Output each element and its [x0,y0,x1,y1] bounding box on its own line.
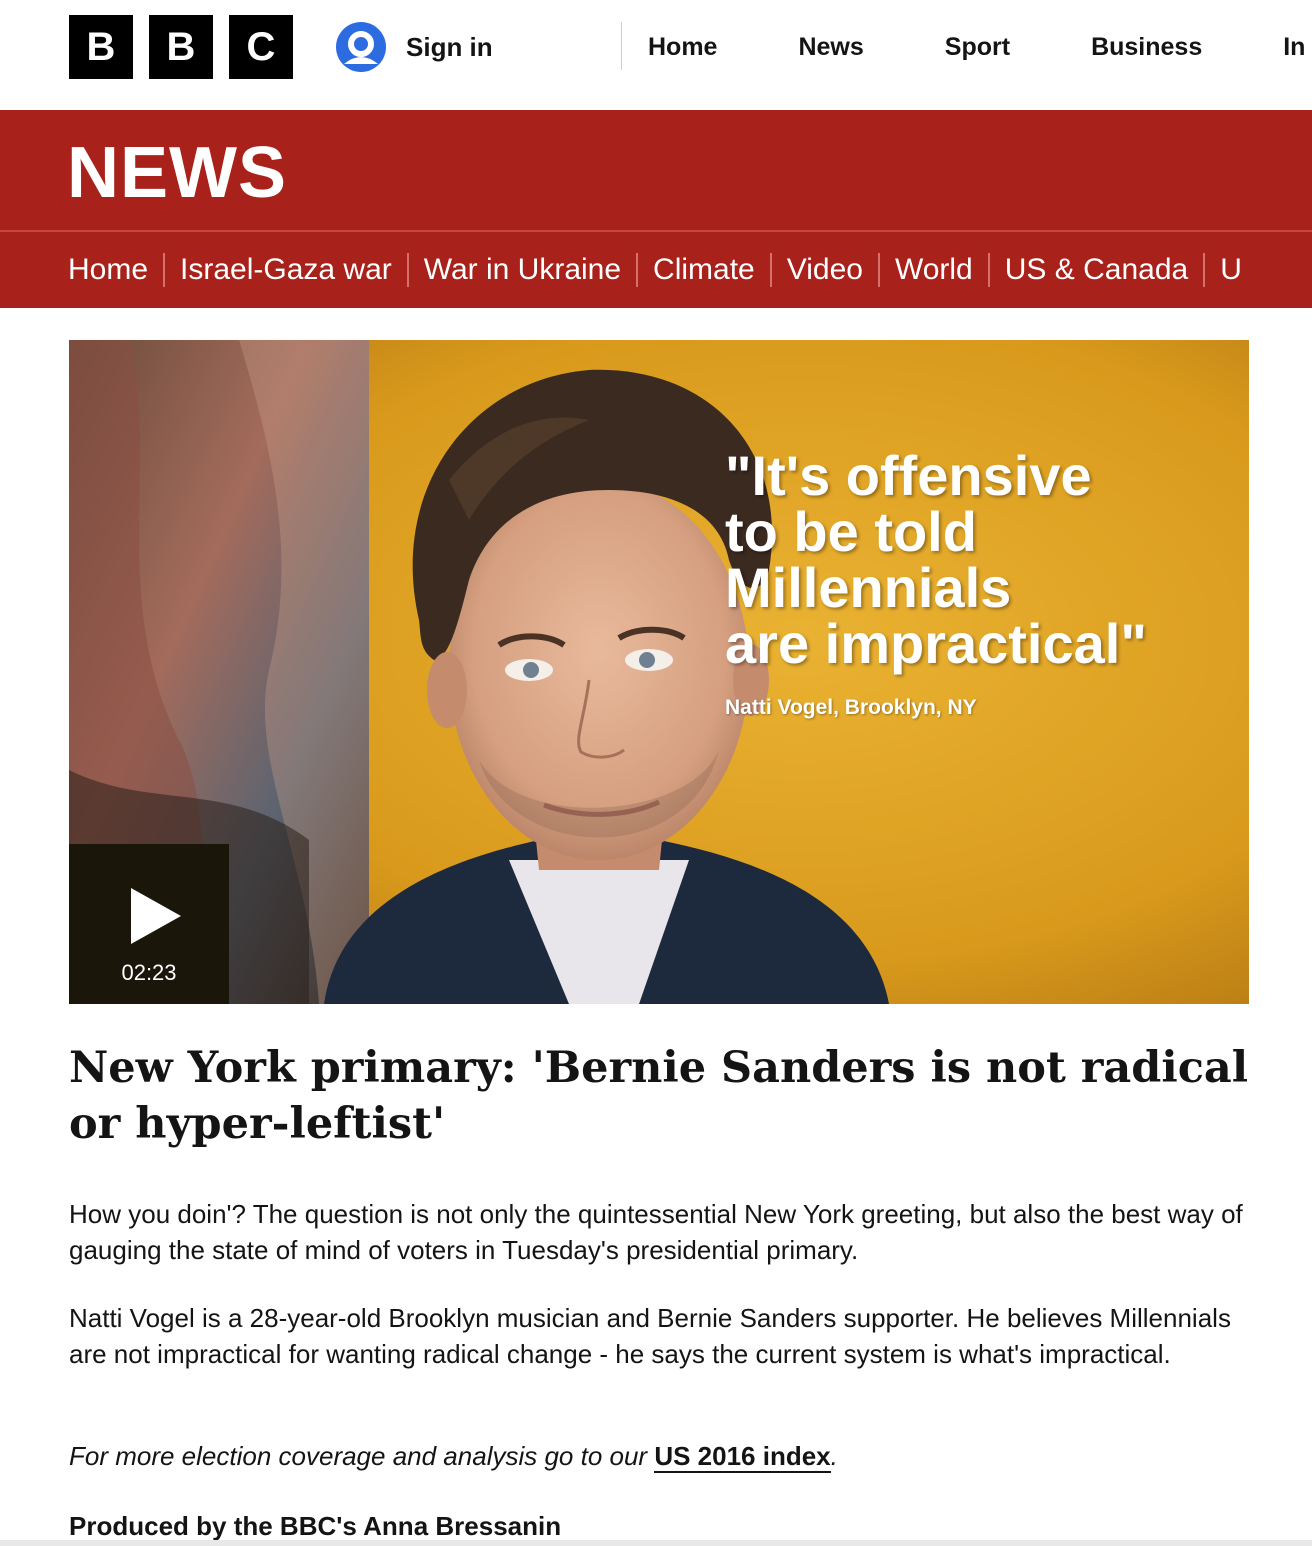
global-nav-news[interactable]: News [798,33,863,62]
more-coverage-suffix: . [830,1441,838,1471]
global-nav-sport[interactable]: Sport [945,33,1010,62]
section-nav-more[interactable]: U [1220,253,1242,287]
article-paragraph: How you doin'? The question is not only … [69,1199,1243,1265]
play-icon [131,888,181,944]
news-title[interactable]: NEWS [67,132,287,214]
video-quote-overlay: "It's offensive to be told Millennials a… [725,444,1147,675]
nav-separator [877,253,880,287]
nav-separator [163,253,166,287]
article-headline: New York primary: 'Bernie Sanders is not… [69,1043,1249,1149]
global-nav-innovation[interactable]: In [1283,33,1305,62]
bbc-logo[interactable]: B B C [69,15,293,79]
section-nav-video[interactable]: Video [787,253,863,287]
more-coverage-text: For more election coverage and analysis … [69,1441,655,1471]
us-2016-index-link[interactable]: US 2016 index [654,1441,831,1473]
section-nav-world[interactable]: World [895,253,973,287]
sign-in-button[interactable]: Sign in [334,22,493,72]
sign-in-label: Sign in [406,31,493,62]
nav-separator [769,253,772,287]
user-icon [336,22,386,72]
video-quote-attribution: Natti Vogel, Brooklyn, NY [725,696,977,719]
global-header: B B C Sign in Home News Sport Business I… [0,0,1312,110]
nav-separator [406,253,409,287]
news-banner: NEWS [0,110,1312,230]
bbc-logo-letter: B [69,15,133,79]
article-paragraph-more-coverage: For more election coverage and analysis … [69,1438,1249,1474]
section-nav-israel-gaza-war[interactable]: Israel-Gaza war [180,253,392,287]
nav-separator [636,253,639,287]
news-section-nav: Home Israel-Gaza war War in Ukraine Clim… [0,232,1312,308]
global-nav-home[interactable]: Home [648,33,717,62]
section-nav-climate[interactable]: Climate [653,253,755,287]
nav-separator [987,253,990,287]
section-nav-war-in-ukraine[interactable]: War in Ukraine [424,253,621,287]
page-bottom-edge [0,1540,1312,1546]
video-duration: 02:23 [121,960,177,985]
section-nav-home[interactable]: Home [68,253,148,287]
global-nav-business[interactable]: Business [1091,33,1202,62]
bbc-logo-letter: C [229,15,293,79]
article-credit: Produced by the BBC's Anna Bressanin [69,1511,562,1541]
global-nav: Home News Sport Business In [648,22,1305,72]
header-divider [621,22,622,70]
bbc-logo-letter: B [149,15,213,79]
section-nav-us-canada[interactable]: US & Canada [1005,253,1188,287]
article-paragraph: Natti Vogel is a 28-year-old Brooklyn mu… [69,1303,1231,1369]
nav-separator [1203,253,1206,287]
play-button[interactable]: 02:23 [69,844,229,1004]
video-player[interactable]: "It's offensive to be told Millennials a… [69,340,1249,1004]
